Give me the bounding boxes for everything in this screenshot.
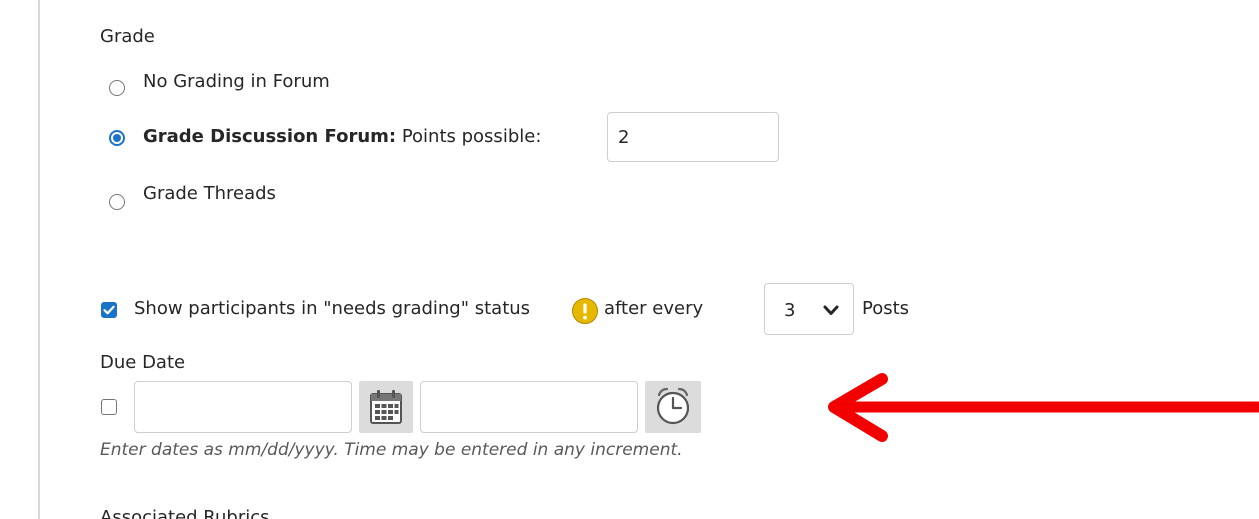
warning-circle-icon[interactable] (571, 297, 599, 325)
posts-label: Posts (862, 298, 910, 319)
due-time-input[interactable] (420, 381, 638, 433)
clock-icon (656, 387, 690, 425)
points-possible-label: Points possible: (401, 126, 542, 147)
left-divider (38, 0, 40, 519)
grade-discussion-forum-label: Grade Discussion Forum: Points possible: (143, 126, 541, 148)
due-date-checkbox[interactable] (101, 399, 117, 415)
needs-grading-checkbox[interactable] (101, 302, 117, 318)
date-format-help-text: Enter dates as mm/dd/yyyy. Time may be e… (100, 440, 683, 460)
grade-heading: Grade (100, 26, 155, 47)
calendar-icon (370, 390, 402, 424)
no-grading-label: No Grading in Forum (143, 71, 330, 92)
grade-discussion-forum-bold: Grade Discussion Forum: (143, 126, 397, 147)
forum-settings-page: Grade No Grading in Forum Grade Discussi… (0, 0, 1259, 519)
needs-grading-label: Show participants in "needs grading" sta… (134, 298, 531, 319)
grade-threads-radio[interactable] (109, 194, 125, 210)
due-date-input[interactable] (134, 381, 352, 433)
chevron-down-icon (823, 305, 839, 315)
clock-button[interactable] (645, 381, 701, 433)
due-date-heading: Due Date (100, 352, 186, 373)
associated-rubrics-heading: Associated Rubrics (100, 507, 270, 519)
grade-discussion-forum-radio[interactable] (109, 130, 125, 146)
grade-threads-label: Grade Threads (143, 183, 276, 204)
posts-count-select[interactable]: 3 (764, 283, 854, 335)
posts-count-value: 3 (784, 300, 796, 321)
points-possible-input[interactable]: 2 (607, 112, 779, 162)
calendar-button[interactable] (359, 381, 413, 433)
no-grading-radio[interactable] (109, 80, 125, 96)
after-every-label: after every (604, 298, 704, 319)
left-arrow-icon (828, 373, 1259, 442)
